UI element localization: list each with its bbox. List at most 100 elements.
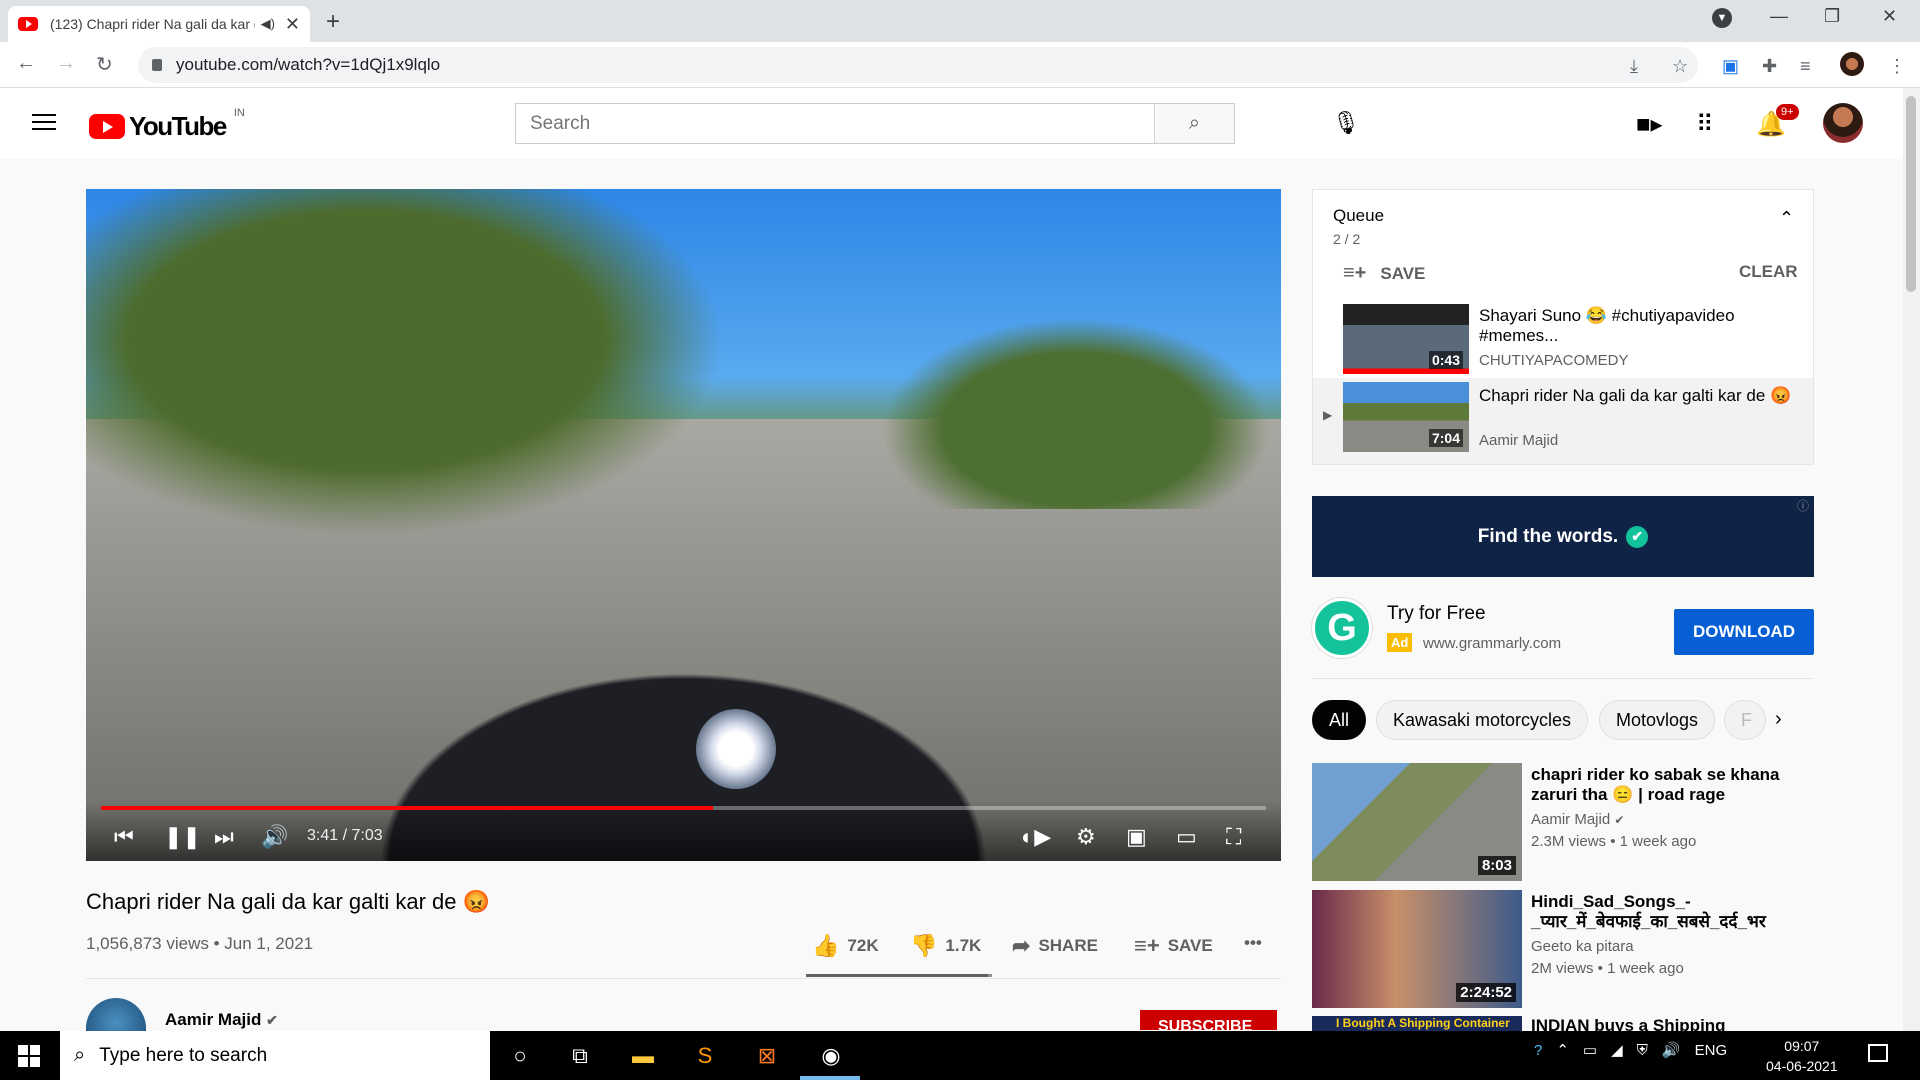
- task-view-icon[interactable]: ⧉: [565, 1041, 595, 1071]
- miniplayer-icon[interactable]: ▣: [1126, 821, 1147, 853]
- windows-start-icon[interactable]: [18, 1045, 40, 1067]
- tab-search-icon[interactable]: ▼: [1712, 8, 1732, 28]
- media-icon[interactable]: ≡: [1800, 56, 1811, 77]
- queue-clear-button[interactable]: CLEAR: [1739, 262, 1798, 282]
- cortana-icon[interactable]: ○: [505, 1041, 535, 1071]
- puzzle-icon[interactable]: ✚: [1762, 56, 1777, 77]
- taskbar-search[interactable]: ⌕ Type here to search: [60, 1031, 490, 1080]
- scrollbar-thumb[interactable]: [1906, 96, 1916, 292]
- channel-name-text[interactable]: Aamir Majid: [165, 1010, 261, 1029]
- search-button[interactable]: ⌕: [1154, 104, 1234, 143]
- back-icon[interactable]: ←: [16, 52, 36, 75]
- file-explorer-icon[interactable]: ▬: [628, 1041, 658, 1071]
- hamburger-menu-icon[interactable]: [32, 114, 56, 135]
- profile-icon[interactable]: [1840, 52, 1864, 76]
- browser-tab[interactable]: (123) Chapri rider Na gali da kar galti …: [8, 6, 310, 42]
- help-icon[interactable]: ?: [1534, 1042, 1542, 1059]
- settings-gear-icon[interactable]: ⚙: [1076, 821, 1096, 853]
- chevron-right-icon[interactable]: ›: [1775, 708, 1782, 731]
- battery-icon[interactable]: ▭: [1583, 1041, 1597, 1059]
- lock-icon[interactable]: [152, 59, 162, 71]
- forward-icon[interactable]: →: [56, 52, 76, 75]
- video-player[interactable]: ⏮ ❚❚ ⏭ 🔊 3:41 / 7:03 ◐▶ ⚙ ▣ ▭ ⛶: [86, 189, 1281, 861]
- chip-partial[interactable]: F: [1724, 700, 1766, 740]
- taskbar-clock[interactable]: 09:07 04-06-2021: [1766, 1036, 1838, 1076]
- playlist-add-icon: ≡+: [1134, 933, 1160, 958]
- chrome-icon[interactable]: ◉: [816, 1041, 846, 1071]
- queue-thumbnail[interactable]: 0:43: [1343, 304, 1469, 374]
- install-icon[interactable]: ⤓: [1630, 56, 1638, 77]
- maximize-icon[interactable]: ❐: [1824, 6, 1840, 27]
- queue-save-button[interactable]: ≡+ SAVE: [1343, 262, 1425, 285]
- sublime-text-icon[interactable]: S: [690, 1041, 720, 1071]
- star-icon[interactable]: ☆: [1672, 56, 1688, 77]
- xampp-icon[interactable]: ⊠: [752, 1041, 782, 1071]
- share-button[interactable]: ➦ SHARE: [1012, 933, 1098, 959]
- extension-icon[interactable]: ▣: [1722, 56, 1739, 77]
- search-input[interactable]: [516, 104, 1154, 143]
- autoplay-toggle-icon[interactable]: ◐▶: [1021, 821, 1051, 853]
- apps-grid-icon[interactable]: ⠿: [1696, 110, 1714, 139]
- volume-icon[interactable]: 🔊: [1662, 1041, 1681, 1059]
- microphone-icon[interactable]: 🎙: [1332, 110, 1360, 136]
- queue-item-current[interactable]: ▶ 7:04 Chapri rider Na gali da kar galti…: [1313, 378, 1813, 464]
- rec-thumbnail[interactable]: I Bought A Shipping Container: [1312, 1016, 1522, 1031]
- queue-item[interactable]: 0:43 Shayari Suno 😂 #chutiyapavideo #mem…: [1313, 298, 1813, 376]
- more-actions-icon[interactable]: •••: [1244, 933, 1262, 953]
- url-text[interactable]: youtube.com/watch?v=1dQj1x9lqlo: [176, 55, 440, 75]
- wifi-icon[interactable]: ◢: [1611, 1041, 1623, 1059]
- pause-icon[interactable]: ❚❚: [164, 821, 201, 853]
- rec-thumbnail[interactable]: 2:24:52: [1312, 890, 1522, 1008]
- queue-item-title[interactable]: Shayari Suno 😂 #chutiyapavideo #memes...: [1479, 306, 1799, 346]
- queue-title: Queue: [1333, 206, 1385, 225]
- chip-motovlogs[interactable]: Motovlogs: [1599, 700, 1716, 740]
- reload-icon[interactable]: ↻: [96, 52, 113, 77]
- youtube-logo[interactable]: YouTube IN: [89, 107, 245, 142]
- create-video-icon[interactable]: ■▸: [1636, 110, 1663, 139]
- grammarly-logo[interactable]: G: [1312, 598, 1372, 658]
- action-center-icon[interactable]: [1868, 1044, 1888, 1062]
- next-icon[interactable]: ⏭: [214, 821, 234, 853]
- omnibox[interactable]: youtube.com/watch?v=1dQj1x9lqlo: [138, 47, 1698, 83]
- progress-bar[interactable]: [101, 806, 1266, 810]
- queue-thumbnail[interactable]: 7:04: [1343, 382, 1469, 452]
- rec-title[interactable]: Hindi_Sad_Songs_-_प्यार_में_बेवफाई_का_सब…: [1531, 892, 1811, 932]
- rec-thumbnail[interactable]: 8:03: [1312, 763, 1522, 881]
- chevron-up-icon[interactable]: ⌃: [1779, 208, 1794, 229]
- previous-icon[interactable]: ⏮: [114, 821, 134, 853]
- recommendation-item[interactable]: 2:24:52 Hindi_Sad_Songs_-_प्यार_में_बेवफ…: [1312, 890, 1814, 1008]
- speaker-icon[interactable]: ◀): [261, 16, 275, 32]
- ad-info-icon[interactable]: ⓘ: [1797, 497, 1809, 514]
- channel-name[interactable]: Aamir Majid ✔: [165, 1010, 278, 1030]
- like-button[interactable]: 👍 72K: [812, 933, 879, 959]
- rec-title[interactable]: chapri rider ko sabak se khana zaruri th…: [1531, 765, 1811, 805]
- save-label: SAVE: [1167, 936, 1213, 955]
- ad-title[interactable]: Try for Free: [1387, 603, 1486, 625]
- minimize-icon[interactable]: —: [1770, 6, 1788, 27]
- queue-item-title[interactable]: Chapri rider Na gali da kar galti kar de…: [1479, 386, 1799, 406]
- account-avatar[interactable]: [1823, 103, 1863, 143]
- menu-icon[interactable]: ⋮: [1888, 56, 1906, 77]
- language-indicator[interactable]: ENG: [1695, 1042, 1728, 1059]
- dislike-button[interactable]: 👎 1.7K: [910, 933, 981, 959]
- save-button[interactable]: ≡+ SAVE: [1134, 933, 1213, 959]
- chip-all[interactable]: All: [1312, 700, 1367, 740]
- channel-avatar[interactable]: [86, 998, 146, 1033]
- download-button[interactable]: DOWNLOAD: [1674, 609, 1814, 655]
- new-tab-button[interactable]: +: [326, 8, 340, 36]
- theater-mode-icon[interactable]: ▭: [1176, 821, 1197, 853]
- recommendation-item[interactable]: 8:03 chapri rider ko sabak se khana zaru…: [1312, 763, 1814, 881]
- close-tab-icon[interactable]: ✕: [285, 14, 300, 35]
- tab-title: (123) Chapri rider Na gali da kar galti …: [50, 16, 255, 32]
- rec-title[interactable]: INDIAN buys a Shipping: [1531, 1016, 1811, 1031]
- recommendation-item[interactable]: I Bought A Shipping Container INDIAN buy…: [1312, 1016, 1814, 1031]
- volume-icon[interactable]: 🔊: [261, 821, 288, 853]
- close-window-icon[interactable]: ✕: [1882, 6, 1897, 27]
- chevron-up-icon[interactable]: ⌃: [1556, 1041, 1569, 1059]
- fullscreen-icon[interactable]: ⛶: [1226, 821, 1241, 853]
- ad-banner[interactable]: Find the words. ✔: [1312, 496, 1814, 577]
- taskbar-search-placeholder[interactable]: Type here to search: [99, 1045, 267, 1067]
- subscribe-button[interactable]: SUBSCRIBE: [1140, 1010, 1277, 1030]
- chip-kawasaki[interactable]: Kawasaki motorcycles: [1376, 700, 1589, 740]
- security-icon[interactable]: ⛨: [1637, 1042, 1648, 1059]
